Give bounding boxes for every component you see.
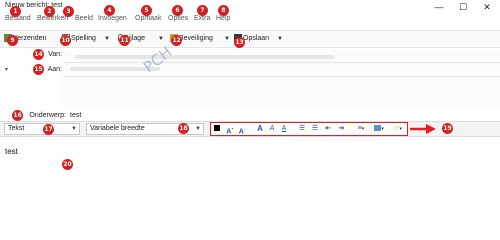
outdent-icon[interactable]: ⇤ [323, 123, 333, 135]
badge-13: 13 [234, 37, 245, 48]
security-dropdown-icon[interactable]: ▼ [224, 32, 230, 46]
paragraph-style-value: Tekst [8, 125, 25, 132]
from-label: Van: [48, 51, 62, 58]
security-label: Beveiliging [179, 35, 213, 42]
spelling-dropdown-icon[interactable]: ▼ [104, 32, 110, 46]
badge-6: 6 [172, 5, 183, 16]
menu-help[interactable]: Help [216, 15, 230, 22]
badge-19: 19 [442, 123, 453, 134]
badge-20: 20 [62, 159, 73, 170]
badge-4: 4 [104, 5, 115, 16]
menu-invoegen[interactable]: Invoegen [98, 15, 127, 22]
menu-opties[interactable]: Opties [168, 15, 188, 22]
badge-1: 1 [10, 6, 21, 17]
from-field[interactable] [64, 53, 500, 63]
badge-11: 11 [119, 35, 130, 46]
italic-icon[interactable]: A [267, 123, 277, 135]
paragraph-style-select[interactable]: Tekst ▼ [4, 123, 80, 135]
underline-icon[interactable]: A [279, 123, 289, 135]
to-label: Aan: [47, 66, 62, 73]
badge-17: 17 [43, 124, 54, 135]
emoji-icon[interactable]: ☺▾ [390, 123, 404, 135]
badge-2: 2 [44, 6, 55, 17]
callout-arrow-icon [410, 124, 436, 134]
font-smaller-icon[interactable]: A- [237, 123, 247, 135]
badge-18: 18 [178, 123, 189, 134]
menu-extra[interactable]: Extra [194, 15, 210, 22]
numbered-list-icon[interactable]: ☰ [310, 123, 320, 135]
save-dropdown-icon[interactable]: ▼ [277, 32, 283, 46]
font-value: Variabele breedte [90, 125, 145, 132]
chevron-down-icon: ▼ [195, 126, 201, 132]
font-larger-icon[interactable]: A+ [225, 123, 235, 135]
bullet-list-icon[interactable]: ☰ [297, 123, 307, 135]
text-color-icon[interactable] [212, 123, 222, 135]
badge-12: 12 [171, 35, 182, 46]
badge-5: 5 [141, 5, 152, 16]
align-icon[interactable]: ≡▾ [354, 123, 368, 135]
maximize-icon[interactable]: ☐ [452, 0, 474, 14]
insert-icon[interactable]: ▾ [372, 123, 386, 135]
subject-label: Onderwerp: [29, 112, 66, 119]
badge-15: 15 [33, 64, 44, 75]
save-label: Opslaan [243, 35, 270, 42]
badge-10: 10 [60, 35, 71, 46]
indent-icon[interactable]: ⇥ [336, 123, 346, 135]
to-type-dropdown-icon[interactable]: ▾ [5, 66, 8, 73]
message-body[interactable]: test [5, 147, 18, 156]
close-icon[interactable]: ✕ [476, 0, 498, 14]
badge-3: 3 [63, 6, 74, 17]
menu-beeld[interactable]: Beeld [75, 15, 93, 22]
badge-14: 14 [33, 49, 44, 60]
menu-opmaak[interactable]: Opmaak [135, 15, 161, 22]
send-label: Verzenden [13, 35, 47, 42]
badge-9: 9 [7, 35, 18, 46]
spelling-label: Spelling [71, 35, 96, 42]
badge-8: 8 [218, 5, 229, 16]
badge-7: 7 [197, 5, 208, 16]
subject-field[interactable]: test [70, 112, 81, 119]
title-bar [0, 0, 500, 14]
badge-16: 16 [12, 110, 23, 121]
minimize-icon[interactable]: — [428, 0, 450, 14]
bold-icon[interactable]: A [255, 123, 265, 135]
to-field[interactable] [64, 67, 500, 77]
chevron-down-icon: ▼ [71, 126, 77, 132]
